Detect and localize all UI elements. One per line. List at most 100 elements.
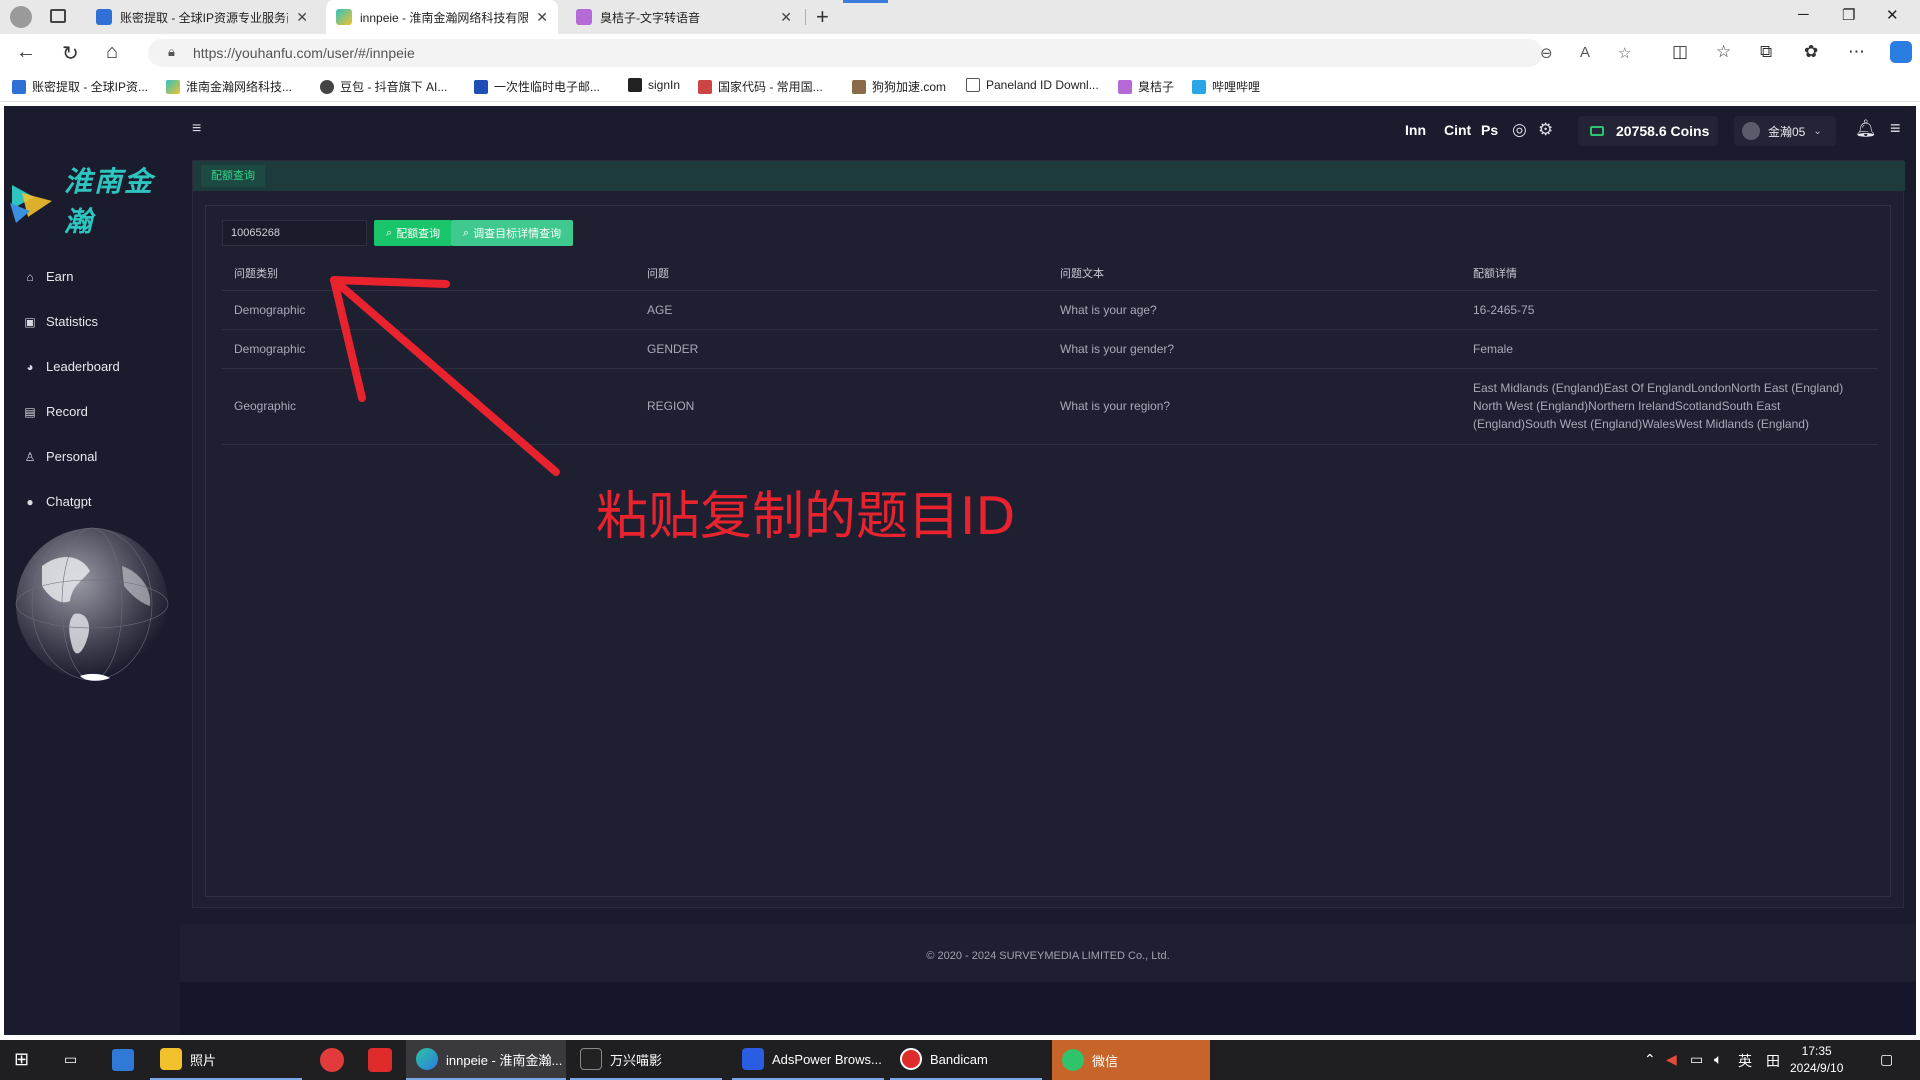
chart-icon: ▣: [24, 314, 36, 329]
bookmark-item[interactable]: 一次性临时电子邮...: [474, 78, 600, 95]
volume-icon[interactable]: 🔈︎: [1714, 1051, 1722, 1068]
menu-icon[interactable]: ≡: [1890, 118, 1901, 139]
sidebar-item-record[interactable]: ▤ Record: [22, 389, 120, 434]
url-text[interactable]: https://youhanfu.com/user/#/innpeie: [193, 45, 415, 61]
bell-icon[interactable]: 🔔︎: [1855, 119, 1877, 139]
notification-icon[interactable]: ▢: [1880, 1051, 1893, 1068]
lock-icon[interactable]: 🔒︎: [168, 44, 175, 60]
url-bar[interactable]: 🔒︎ https://youhanfu.com/user/#/innpeie ⊖…: [148, 39, 1631, 67]
table-row: Demographic AGE What is your age? 16-246…: [222, 290, 1878, 330]
sidebar-item-leaderboard[interactable]: ◕ Leaderboard: [22, 344, 119, 389]
bookmark-item[interactable]: 臭桔子: [1118, 78, 1174, 95]
user-menu[interactable]: 金瀚05 ⌄: [1734, 116, 1836, 146]
inn-link[interactable]: Inn: [1405, 122, 1426, 138]
windows-start-icon[interactable]: ⊞: [14, 1049, 29, 1070]
table-cell: Geographic: [222, 368, 635, 445]
avatar: [1742, 122, 1760, 140]
survey-id-input[interactable]: [222, 220, 367, 246]
breadcrumb-bar: 配额查询: [193, 161, 1905, 191]
folder-icon: [160, 1048, 182, 1070]
profile-icon[interactable]: [10, 6, 32, 28]
favorites-icon[interactable]: ☆: [1716, 42, 1731, 62]
bookmark-icon: [698, 79, 712, 94]
chevron-down-icon: ⌄: [1813, 125, 1822, 137]
table-row: Demographic GENDER What is your gender? …: [222, 329, 1878, 369]
user-icon: ♙: [24, 449, 36, 464]
tab-tts[interactable]: 臭桔子-文字转语音 ✕: [566, 0, 802, 34]
sidebar-item-statistics[interactable]: ▣ Statistics: [22, 299, 120, 344]
close-tab-icon[interactable]: ✕: [296, 9, 308, 26]
taskbar-app-browser[interactable]: innpeie - 淮南金瀚...: [406, 1040, 566, 1080]
more-icon[interactable]: ⋯: [1848, 42, 1865, 62]
bookmark-item[interactable]: 豆包 - 抖音旗下 AI...: [320, 78, 447, 95]
breadcrumb-tab[interactable]: 配额查询: [201, 165, 265, 187]
taskbar-app-wechat[interactable]: 微信: [1052, 1040, 1210, 1080]
clock[interactable]: 17:35 2024/9/10: [1790, 1043, 1843, 1077]
reload-icon[interactable]: ↻: [62, 41, 79, 66]
table-header-row: 问题类别 问题 问题文本 配额详情: [222, 256, 1878, 291]
youdao-icon[interactable]: [368, 1048, 392, 1072]
taskbar-app-filmora[interactable]: 万兴喵影: [570, 1040, 722, 1080]
minimize-icon[interactable]: ─: [1798, 6, 1809, 23]
back-icon[interactable]: ←: [16, 41, 36, 64]
split-screen-icon[interactable]: ◫: [1672, 42, 1688, 62]
sidebar-item-earn[interactable]: ⌂ Earn: [22, 254, 120, 299]
close-tab-icon[interactable]: ✕: [780, 9, 792, 26]
store-icon[interactable]: [112, 1049, 134, 1071]
app-tray-icon[interactable]: ◀: [1666, 1051, 1677, 1068]
bookmark-item[interactable]: Paneland ID Downl...: [966, 78, 1099, 92]
keyboard-icon[interactable]: 田: [1766, 1051, 1780, 1071]
col-header: 配额详情: [1461, 256, 1878, 291]
bookmark-item[interactable]: signIn: [628, 78, 680, 92]
check-circle-icon[interactable]: ◎: [1512, 120, 1527, 140]
table-cell: Demographic: [222, 329, 635, 369]
logo-text: 淮南金瀚: [64, 165, 155, 238]
bookmark-item[interactable]: 狗狗加速.com: [852, 78, 946, 95]
cint-link[interactable]: Cint: [1444, 122, 1471, 138]
bookmark-icon: [474, 79, 488, 94]
collections-icon[interactable]: ⧉: [1760, 42, 1772, 62]
tab-innpeie[interactable]: innpeie - 淮南金瀚网络科技有限公 ✕: [326, 0, 558, 34]
logo-icon: [8, 177, 54, 223]
read-aloud-icon[interactable]: A: [1580, 44, 1590, 61]
bookmark-icon: [320, 79, 334, 94]
extension-icon[interactable]: ✿: [1804, 42, 1818, 62]
quota-query-button[interactable]: ⌕ 配额查询: [374, 220, 453, 246]
settings-icon[interactable]: ⚙: [1538, 120, 1553, 140]
restore-icon[interactable]: ❐: [1842, 6, 1855, 24]
query-panel: ⌕ 配额查询 ⌕ 调查目标详情查询 问题类别 问题 问题文本 配额详情: [205, 205, 1891, 897]
tab-ip-service[interactable]: 账密提取 - 全球IP资源专业服务商 ✕: [86, 0, 318, 34]
tab-actions-icon[interactable]: [50, 9, 66, 23]
main-content: 配额查询 ⌕ 配额查询 ⌕ 调查目标详情查询 问题类别 问题 问题文本 配额: [192, 160, 1905, 908]
collapse-menu-icon[interactable]: ≡: [192, 120, 201, 138]
bookmark-item[interactable]: 账密提取 - 全球IP资...: [12, 78, 148, 95]
home-icon[interactable]: ⌂: [106, 41, 118, 64]
col-header: 问题: [635, 256, 1048, 291]
new-tab-icon[interactable]: +: [816, 4, 829, 30]
tab-separator: [805, 9, 806, 25]
taskbar-app-photos[interactable]: 照片: [150, 1040, 302, 1080]
network-icon[interactable]: ▭: [1690, 1051, 1703, 1068]
sidebar-item-chatgpt[interactable]: ● Chatgpt: [22, 479, 120, 524]
netease-music-icon[interactable]: [320, 1048, 344, 1072]
bookmark-item[interactable]: 国家代码 - 常用国...: [698, 78, 823, 95]
taskbar-app-adspower[interactable]: AdsPower Brows...: [732, 1040, 884, 1080]
favorite-star-icon[interactable]: ☆: [1618, 44, 1631, 62]
taskbar-app-bandicam[interactable]: Bandicam: [890, 1040, 1042, 1080]
coins-balance[interactable]: 20758.6 Coins: [1578, 116, 1718, 146]
ime-indicator[interactable]: 英: [1738, 1051, 1752, 1071]
ps-link[interactable]: Ps: [1481, 122, 1498, 138]
chat-icon: ●: [26, 494, 34, 509]
close-window-icon[interactable]: ✕: [1886, 6, 1899, 24]
task-view-icon[interactable]: ▭: [64, 1051, 77, 1068]
chevron-up-icon[interactable]: ⌃: [1644, 1051, 1656, 1068]
bookmark-item[interactable]: 淮南金瀚网络科技...: [166, 78, 292, 95]
zoom-icon[interactable]: ⊖: [1540, 44, 1553, 62]
close-tab-icon[interactable]: ✕: [536, 9, 548, 26]
bookmark-item[interactable]: 哔哩哔哩: [1192, 78, 1260, 95]
copilot-icon[interactable]: [1890, 41, 1912, 63]
sidebar-item-personal[interactable]: ♙ Personal: [22, 434, 120, 479]
target-detail-query-button[interactable]: ⌕ 调查目标详情查询: [451, 220, 574, 246]
logo[interactable]: 淮南金瀚: [8, 160, 180, 240]
table-cell: East Midlands (England)East Of EnglandLo…: [1461, 368, 1878, 445]
